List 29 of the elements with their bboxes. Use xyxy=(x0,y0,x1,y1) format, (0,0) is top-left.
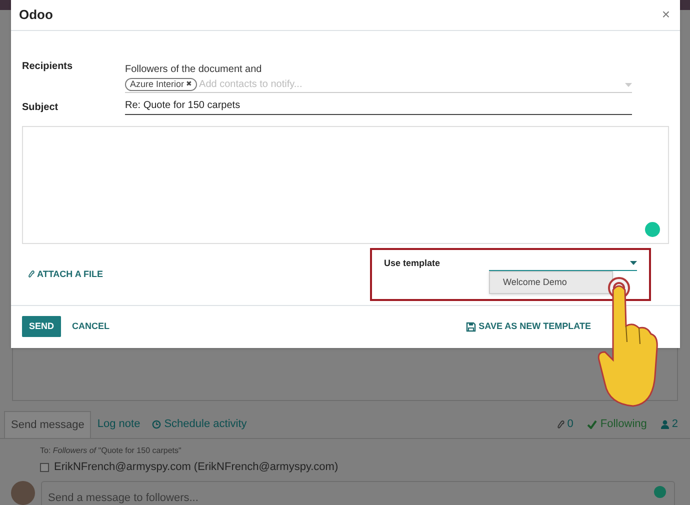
send-button[interactable]: SEND xyxy=(22,316,62,338)
avatar-placeholder xyxy=(11,480,35,504)
pointing-hand-icon xyxy=(597,276,661,408)
checkbox[interactable] xyxy=(40,462,49,472)
close-button[interactable]: × xyxy=(660,4,672,26)
recipients-note: To: Followers of "Quote for 150 carpets" xyxy=(40,446,182,455)
recipient-label: ErikNFrench@armyspy.com (ErikNFrench@armyspy.com) xyxy=(54,460,338,475)
chatter-tab[interactable]: Send message xyxy=(4,411,92,438)
cancel-button[interactable]: CANCEL xyxy=(72,320,110,334)
attach-file-link[interactable]: ATTACH A FILE xyxy=(28,268,103,282)
paperclip-icon xyxy=(557,420,566,430)
field-label: Subject xyxy=(22,100,60,115)
dialog-title: Odoo xyxy=(19,6,53,24)
dropdown-option[interactable]: Welcome Demo xyxy=(490,272,612,294)
message-input[interactable]: Send a message to followers... xyxy=(41,480,675,505)
caret-icon xyxy=(630,261,637,266)
grammarly-icon xyxy=(654,486,666,498)
subject-input[interactable]: Re: Quote for 150 carpets xyxy=(125,98,632,115)
clock-icon xyxy=(152,420,162,429)
paperclip-icon xyxy=(28,270,35,279)
recipients-intro: Followers of the document and xyxy=(125,64,262,75)
field-label: Use template xyxy=(384,256,442,270)
field-label: Recipients xyxy=(22,60,74,74)
save-template-button[interactable]: SAVE AS NEW TEMPLATE xyxy=(466,320,591,334)
grammarly-icon xyxy=(645,222,660,237)
contacts-placeholder: Add contacts to notify... xyxy=(199,78,304,92)
check-icon xyxy=(587,420,598,429)
caret-icon xyxy=(625,82,632,87)
person-icon xyxy=(660,420,669,429)
